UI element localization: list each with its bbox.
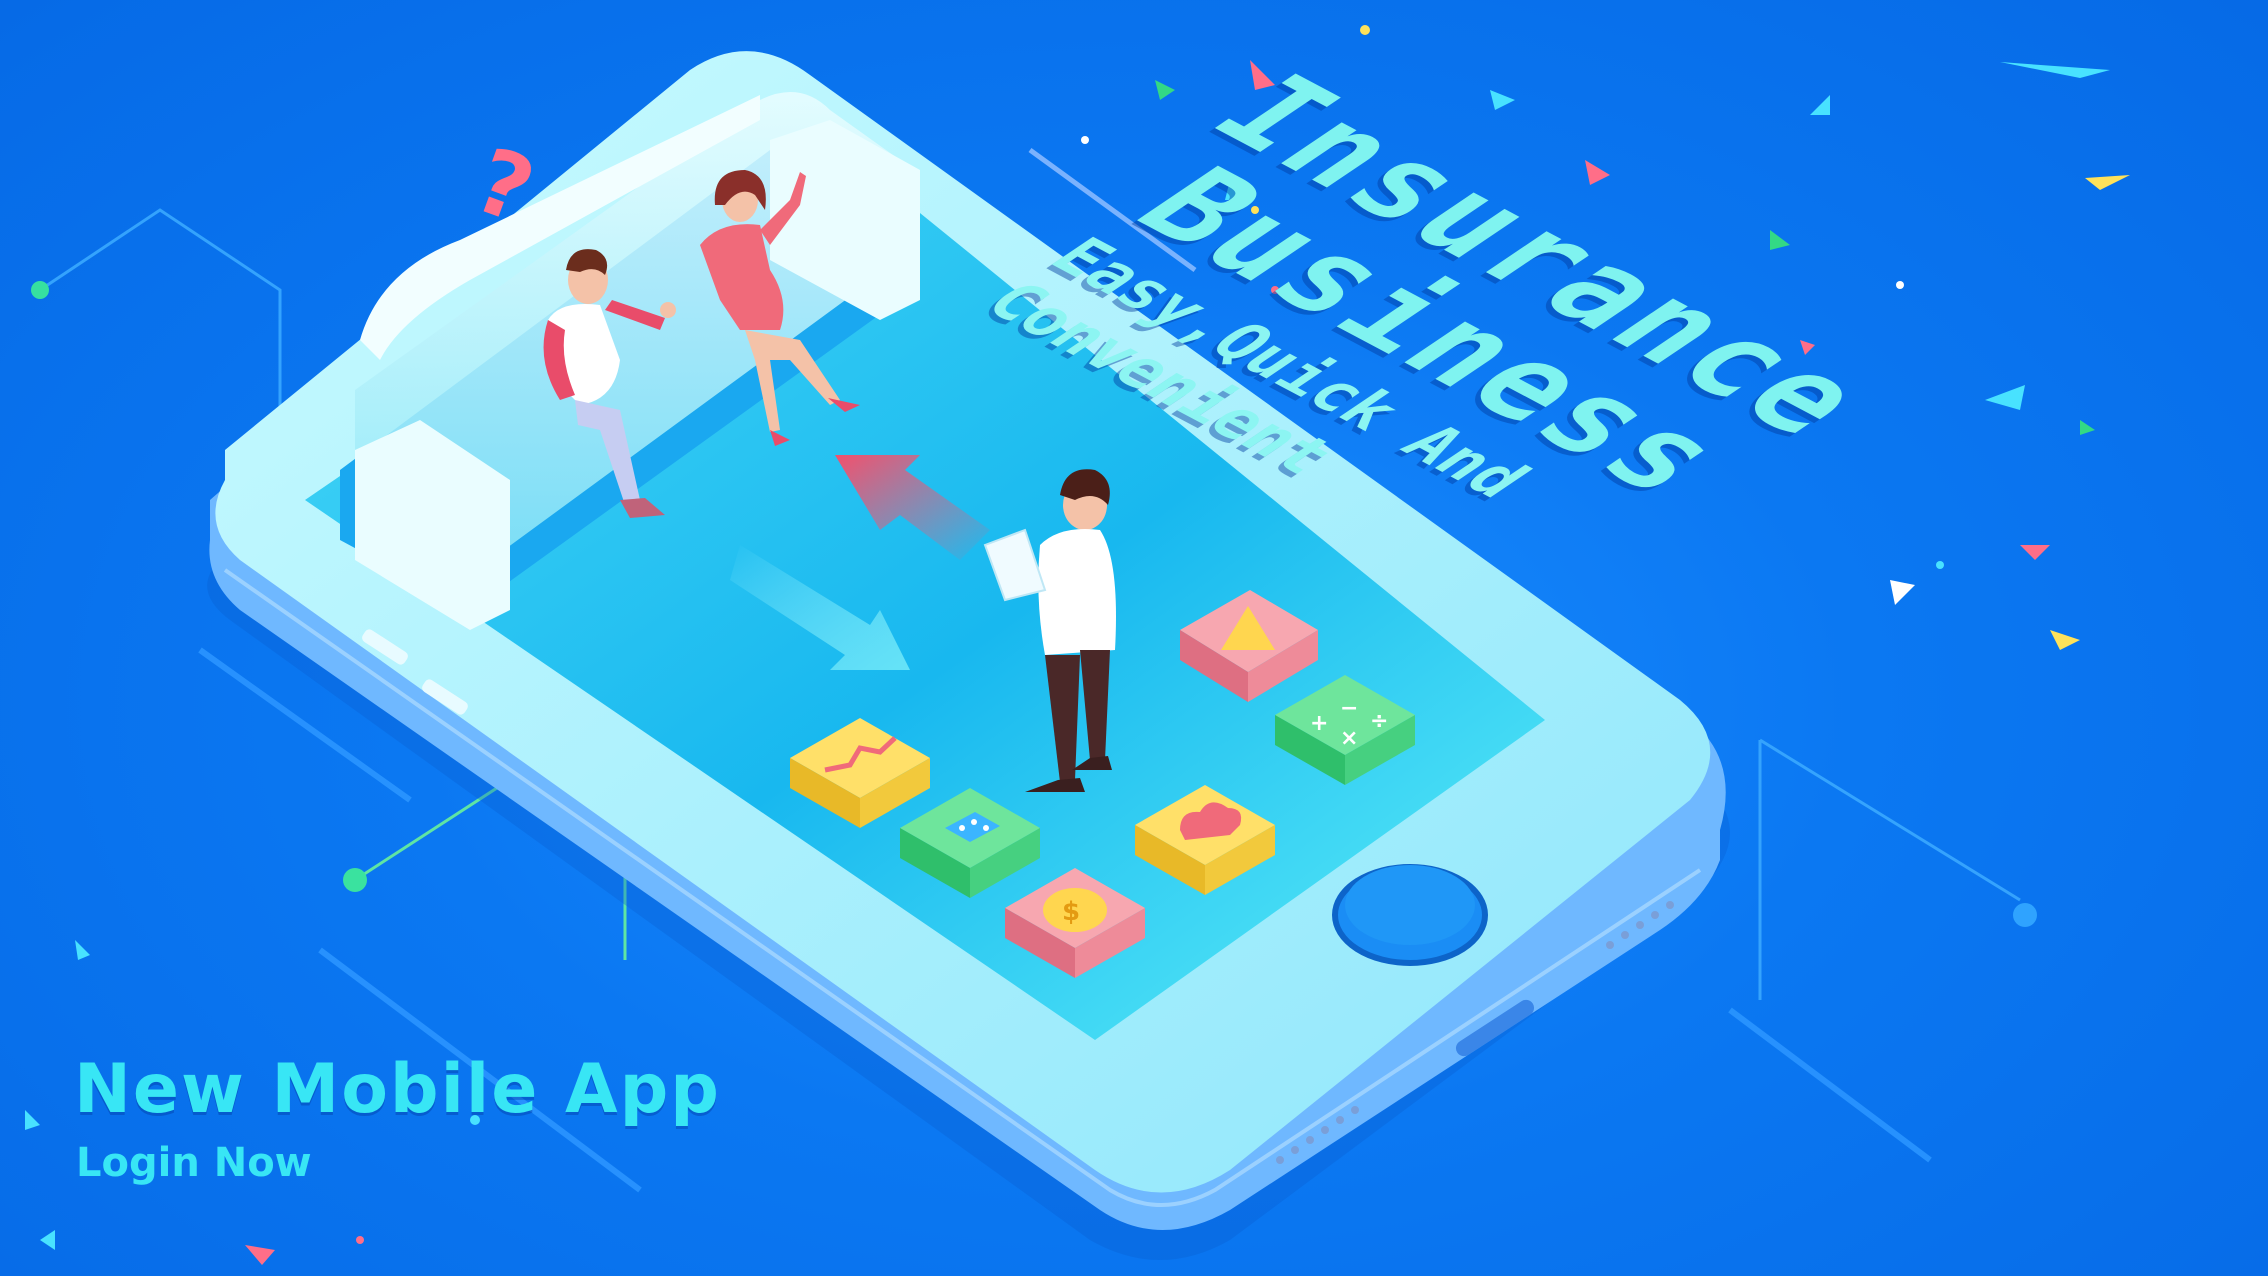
- svg-text:×: ×: [1340, 726, 1358, 751]
- promo-banner: ? + − × ÷ $ Insurance Business Easy,Quic…: [0, 0, 2268, 1276]
- login-now-link[interactable]: Login Now: [76, 1140, 312, 1186]
- svg-text:+: +: [1310, 711, 1328, 736]
- svg-text:−: −: [1340, 696, 1358, 721]
- svg-text:÷: ÷: [1370, 709, 1388, 734]
- app-title: New Mobile App: [74, 1050, 721, 1129]
- svg-text:$: $: [1062, 897, 1080, 927]
